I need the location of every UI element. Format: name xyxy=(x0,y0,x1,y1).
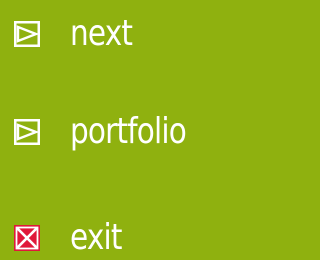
menu-item-label: exit xyxy=(70,217,122,258)
close-box-icon xyxy=(14,225,40,251)
menu: next portfolio exit xyxy=(0,0,246,256)
play-box-icon xyxy=(14,119,40,145)
play-box-icon xyxy=(14,21,40,47)
menu-item-label: portfolio xyxy=(70,111,187,152)
menu-item-label: next xyxy=(70,13,133,54)
menu-item-exit[interactable]: exit xyxy=(14,216,133,260)
menu-item-portfolio[interactable]: portfolio xyxy=(14,110,212,154)
menu-item-next[interactable]: next xyxy=(14,12,146,56)
